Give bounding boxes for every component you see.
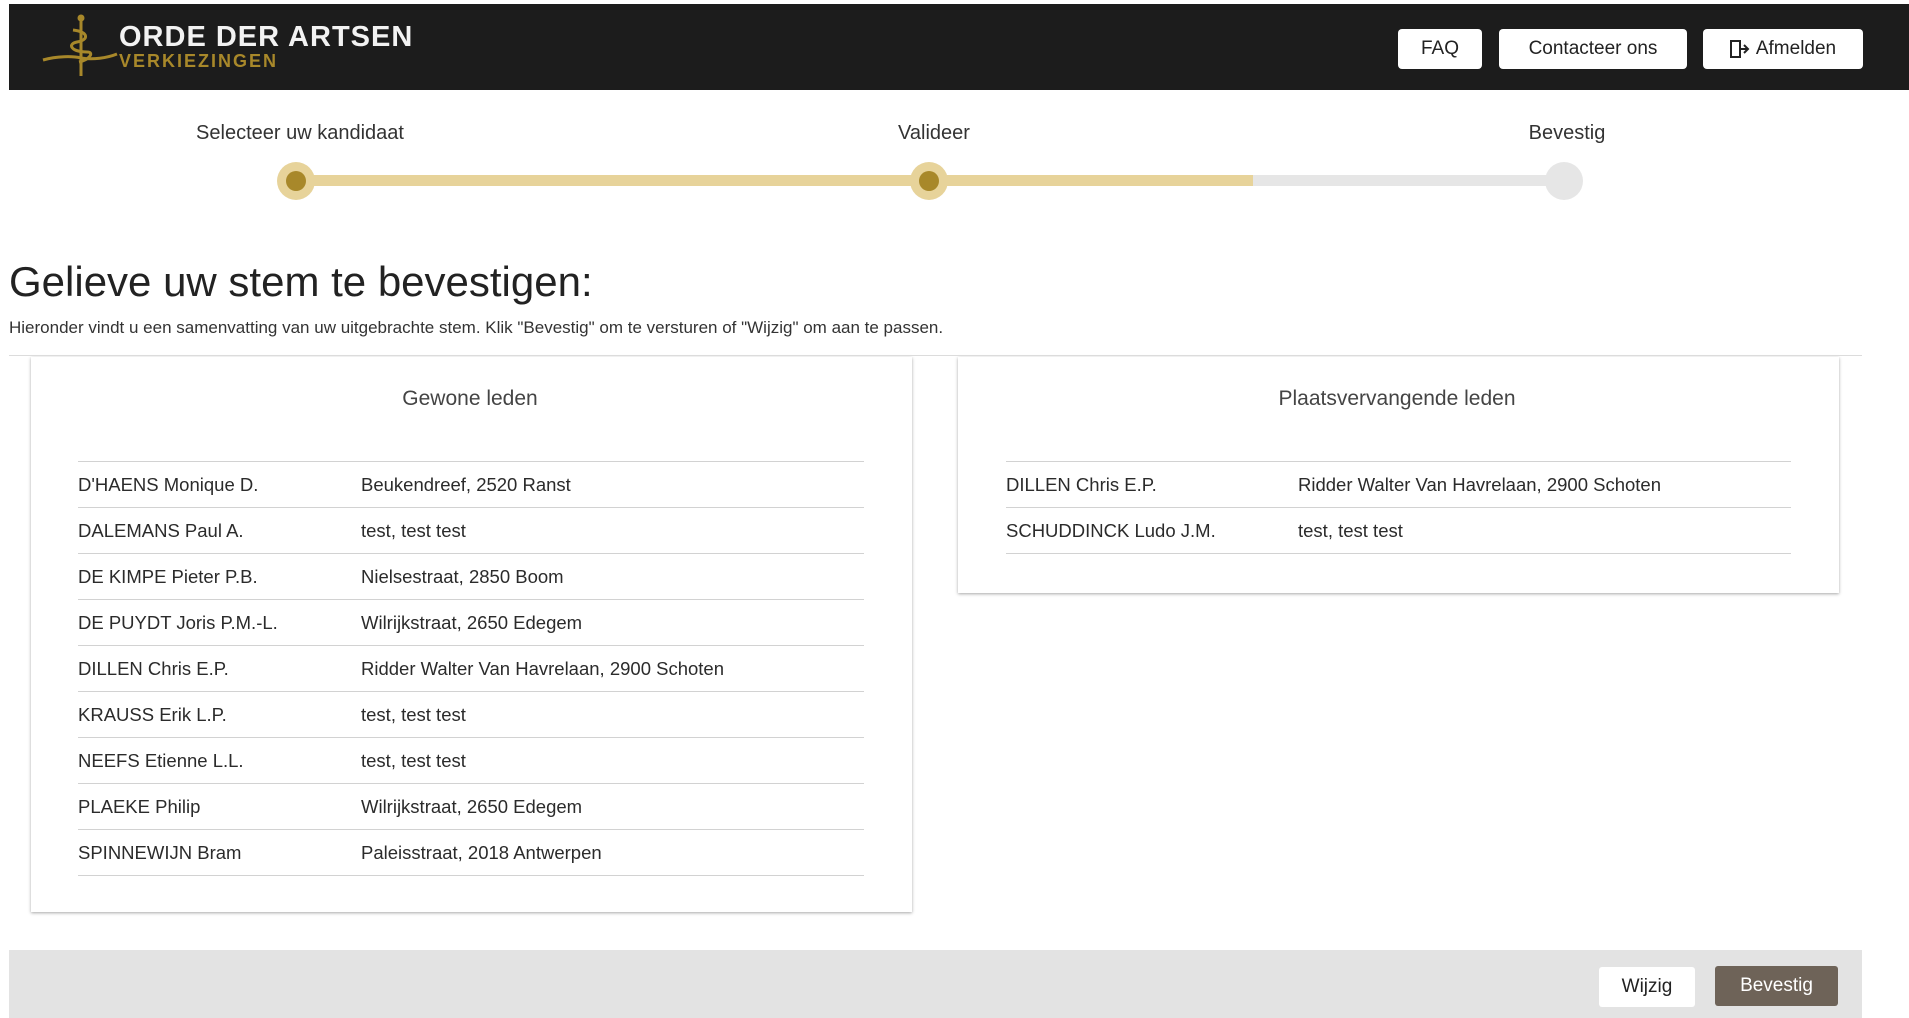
brand-title: ORDE DER ARTSEN (119, 21, 414, 53)
member-name: KRAUSS Erik L.P. (78, 691, 361, 738)
edit-button-label: Wijzig (1621, 976, 1673, 997)
faq-button-label: FAQ (1420, 38, 1459, 59)
step-dot-select (277, 162, 315, 200)
confirm-button[interactable]: Bevestig (1715, 966, 1838, 1006)
member-address: test, test test (361, 507, 864, 554)
member-address: Ridder Walter Van Havrelaan, 2900 Schote… (361, 645, 864, 692)
table-row: PLAEKE Philip Wilrijkstraat, 2650 Edegem (78, 783, 864, 830)
table-row: D'HAENS Monique D. Beukendreef, 2520 Rans… (78, 461, 864, 508)
page-title: Gelieve uw stem te bevestigen: (9, 258, 593, 305)
member-address: Nielsestraat, 2850 Boom (361, 553, 864, 600)
page-description: Hieronder vindt u een samenvatting van u… (9, 318, 944, 337)
edit-button[interactable]: Wijzig (1599, 967, 1695, 1007)
table-row: SPINNEWIJN Bram Paleisstraat, 2018 Antwer… (78, 829, 864, 876)
member-name: DE PUYDT Joris P.M.-L. (78, 599, 361, 646)
member-name: DALEMANS Paul A. (78, 507, 361, 554)
substitute-members-title: Plaatsvervangende leden (1278, 387, 1516, 410)
panel-divider (9, 355, 1862, 356)
member-address: Beukendreef, 2520 Ranst (361, 461, 864, 508)
member-name: SCHUDDINCK Ludo J.M. (1006, 507, 1298, 554)
top-bar: ORDE DER ARTSEN VERKIEZINGEN FAQ Contact… (9, 4, 1909, 90)
brand: ORDE DER ARTSEN VERKIEZINGEN (119, 22, 413, 70)
regular-members-title: Gewone leden (402, 387, 538, 410)
table-row: DILLEN Chris E.P. Ridder Walter Van Havre… (78, 645, 864, 692)
member-name: DILLEN Chris E.P. (78, 645, 361, 692)
member-name: DE KIMPE Pieter P.B. (78, 553, 361, 600)
logout-icon (1729, 40, 1750, 58)
member-address: test, test test (1298, 507, 1791, 554)
substitute-members-table: DILLEN Chris E.P. Ridder Walter Van Havre… (1006, 461, 1791, 554)
step-label-confirm: Bevestig (1528, 122, 1606, 144)
contact-button-label: Contacteer ons (1528, 38, 1658, 59)
member-address: test, test test (361, 691, 864, 738)
footer-bar (9, 950, 1862, 1018)
caduceus-logo-icon (42, 14, 118, 76)
member-address: Wilrijkstraat, 2650 Edegem (361, 783, 864, 830)
member-name: D'HAENS Monique D. (78, 461, 361, 508)
table-row: DE PUYDT Joris P.M.-L. Wilrijkstraat, 265… (78, 599, 864, 646)
step-dot-validate (910, 162, 948, 200)
confirm-button-label: Bevestig (1740, 975, 1813, 996)
table-row: SCHUDDINCK Ludo J.M. test, test test (1006, 507, 1791, 554)
member-name: DILLEN Chris E.P. (1006, 461, 1298, 508)
progress-track-remaining (1253, 175, 1565, 186)
table-row: DALEMANS Paul A. test, test test (78, 507, 864, 554)
regular-members-table: D'HAENS Monique D. Beukendreef, 2520 Rans… (78, 461, 864, 876)
contact-button[interactable]: Contacteer ons (1499, 29, 1687, 69)
table-row: DE KIMPE Pieter P.B. Nielsestraat, 2850 B… (78, 553, 864, 600)
member-address: Wilrijkstraat, 2650 Edegem (361, 599, 864, 646)
table-row: NEEFS Etienne L.L. test, test test (78, 737, 864, 784)
step-dot-confirm (1545, 162, 1583, 200)
table-row: DILLEN Chris E.P. Ridder Walter Van Havre… (1006, 461, 1791, 508)
member-address: Ridder Walter Van Havrelaan, 2900 Schote… (1298, 461, 1791, 508)
member-name: PLAEKE Philip (78, 783, 361, 830)
step-label-select: Selecteer uw kandidaat (196, 122, 404, 144)
faq-button[interactable]: FAQ (1398, 29, 1482, 69)
member-address: test, test test (361, 737, 864, 784)
logout-button-label: Afmelden (1755, 38, 1837, 59)
table-row: KRAUSS Erik L.P. test, test test (78, 691, 864, 738)
progress-track-completed (295, 175, 1253, 186)
member-name: SPINNEWIJN Bram (78, 829, 361, 876)
logout-button[interactable]: Afmelden (1703, 29, 1863, 69)
brand-subtitle: VERKIEZINGEN (119, 51, 279, 71)
step-label-validate: Valideer (898, 122, 970, 144)
member-name: NEEFS Etienne L.L. (78, 737, 361, 784)
member-address: Paleisstraat, 2018 Antwerpen (361, 829, 864, 876)
